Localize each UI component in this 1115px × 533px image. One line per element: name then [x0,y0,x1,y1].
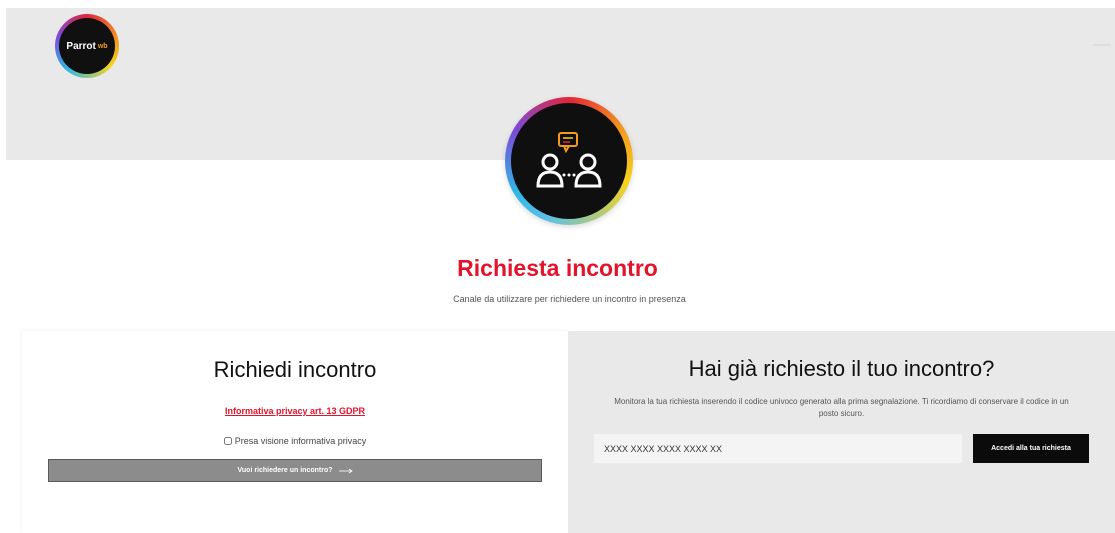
logo-mark: Parrot wb [59,18,115,74]
privacy-policy-link[interactable]: Informativa privacy art. 13 GDPR [22,406,568,416]
track-panel-description: Monitora la tua richiesta inserendo il c… [614,397,1069,418]
privacy-consent-row[interactable]: Presa visione informativa privacy [22,436,568,446]
people-chat-glyph [536,132,602,188]
privacy-consent-label: Presa visione informativa privacy [234,436,367,446]
request-meeting-panel: Richiedi incontro Informativa privacy ar… [22,331,568,533]
logo-text: Parrot [66,40,96,52]
page-title: Richiesta incontro [457,255,658,281]
arrow-right-icon [338,468,353,473]
request-meeting-button-label: Vuoi richiedere un incontro? [237,467,333,474]
privacy-consent-checkbox[interactable] [223,437,232,445]
request-code-input[interactable] [594,434,962,463]
meeting-people-chat-icon [505,97,633,225]
access-request-button[interactable]: Accedi alla tua richiesta [973,434,1089,463]
logo-accent: wb [97,42,108,50]
page-subtitle: Canale da utilizzare per richiedere un i… [453,294,686,304]
request-meeting-button[interactable]: Vuoi richiedere un incontro? [48,459,542,482]
parrot-logo[interactable]: Parrot wb [55,14,119,78]
header-menu-marker [1093,44,1111,46]
track-request-panel: Hai già richiesto il tuo incontro? Monit… [568,331,1115,533]
request-panel-title: Richiedi incontro [213,357,377,382]
track-panel-title: Hai già richiesto il tuo incontro? [688,356,995,381]
